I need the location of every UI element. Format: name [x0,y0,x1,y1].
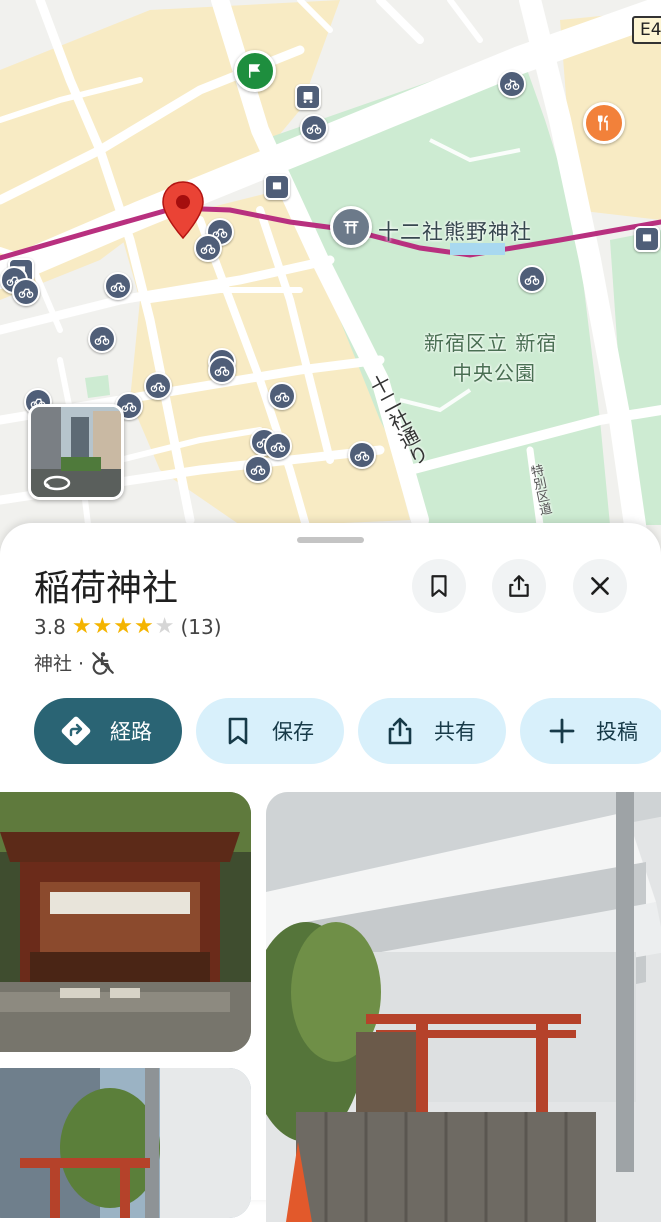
bus-icon[interactable] [264,174,290,200]
rating-row[interactable]: 3.8 ★ ★ ★ ★ ★ (13) [34,615,222,639]
save-label: 保存 [272,720,314,744]
street-view-icon [43,475,71,491]
share-label: 共有 [434,720,476,744]
save-button[interactable]: 保存 [196,698,344,764]
bus-icon[interactable] [295,84,321,110]
bicycle-icon[interactable] [208,356,236,384]
bicycle-icon[interactable] [104,272,132,300]
post-button[interactable]: 投稿 [520,698,661,764]
post-label: 投稿 [596,720,638,744]
photo-shrine-street[interactable] [0,1068,251,1218]
shrine-poi-label[interactable]: 十二社熊野神社 [378,216,532,246]
category-row: 神社 · [34,649,116,676]
star-icon: ★ [92,614,113,639]
map-view[interactable]: 十二社熊野神社 新宿区立 新宿 中央公園 十二社通り 特別区道 E4 [0,0,661,560]
location-pin-icon[interactable] [160,180,206,242]
star-icon: ★ [71,614,92,639]
star-rating: ★ ★ ★ ★ ★ [72,616,175,638]
bicycle-icon[interactable] [264,432,292,460]
no-wheelchair-icon [92,651,114,675]
bicycle-icon[interactable] [88,325,116,353]
share-icon [509,575,529,597]
bookmark-icon [431,575,447,597]
star-icon: ★ [134,614,154,639]
directions-icon [61,716,91,746]
star-icon: ★ [113,614,134,639]
highway-shield: E4 [632,16,661,44]
bicycle-icon[interactable] [244,455,272,483]
park-label-line1: 新宿区立 新宿 [424,331,558,355]
review-count: (13) [180,615,222,639]
bicycle-icon[interactable] [518,265,546,293]
shrine-torii-image [266,792,661,1222]
fork-knife-icon[interactable] [583,102,625,144]
bicycle-icon[interactable] [300,114,328,142]
directions-label: 経路 [110,720,152,744]
action-chips: 経路 保存 共有 投稿 [34,698,661,764]
sheet-drag-handle[interactable] [297,537,364,543]
photo-shrine-torii[interactable] [266,792,661,1222]
category-label: 神社 · [34,653,85,675]
close-icon-button[interactable] [573,559,627,613]
photo-shrine-altar[interactable] [0,792,251,1052]
bicycle-icon[interactable] [348,441,376,469]
place-title: 稲荷神社 [34,568,179,609]
bicycle-icon[interactable] [144,372,172,400]
park-label-line2: 中央公園 [452,361,536,385]
bicycle-icon[interactable] [268,382,296,410]
bicycle-icon[interactable] [194,234,222,262]
rating-value: 3.8 [34,615,66,639]
shrine-altar-image [0,792,251,1052]
flag-icon[interactable] [234,50,276,92]
torii-icon[interactable] [330,206,372,248]
directions-button[interactable]: 経路 [34,698,182,764]
bus-icon[interactable] [634,226,660,252]
plus-icon [549,718,575,744]
bookmark-icon [228,717,248,745]
bicycle-icon[interactable] [498,70,526,98]
share-icon [388,717,412,745]
star-icon: ★ [154,614,175,639]
save-icon-button[interactable] [412,559,466,613]
close-icon [591,577,609,595]
share-icon-button[interactable] [492,559,546,613]
street-view-thumbnail[interactable] [28,404,124,500]
share-button[interactable]: 共有 [358,698,506,764]
shrine-street-image [0,1068,251,1218]
bicycle-icon[interactable] [12,278,40,306]
